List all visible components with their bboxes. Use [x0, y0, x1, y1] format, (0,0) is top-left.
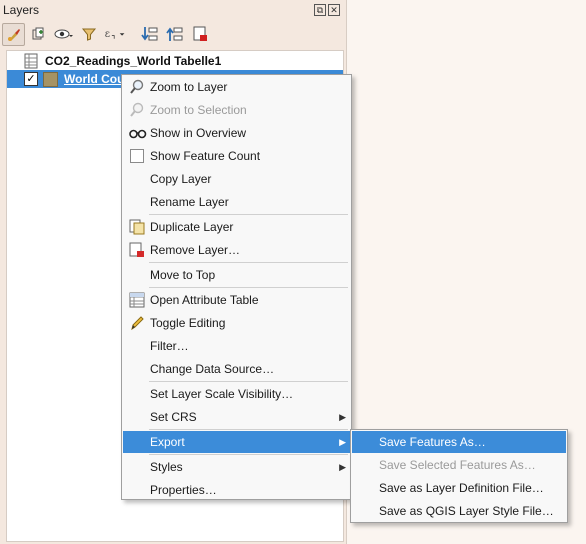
svg-text:ε: ε: [105, 29, 110, 40]
close-panel-button[interactable]: ✕: [328, 4, 340, 16]
menu-item-move-to-top[interactable]: Move to Top: [123, 264, 350, 286]
menu-item-set-crs[interactable]: Set CRS ▶: [123, 406, 350, 428]
style-brush-icon[interactable]: [2, 23, 25, 46]
menu-item-zoom-to-layer[interactable]: Zoom to Layer: [123, 76, 350, 98]
layer-row-table[interactable]: CO2_Readings_World Tabelle1: [7, 52, 341, 70]
menu-item-rename-layer[interactable]: Rename Layer: [123, 191, 350, 213]
menu-item-export[interactable]: Export ▶: [123, 431, 350, 453]
collapse-all-icon[interactable]: [164, 23, 186, 45]
remove-layer-icon[interactable]: [189, 23, 211, 45]
menu-item-remove-layer[interactable]: Remove Layer…: [123, 239, 350, 261]
menu-item-save-qgis-layer-style[interactable]: Save as QGIS Layer Style File…: [352, 500, 566, 522]
menu-item-save-features-as[interactable]: Save Features As…: [352, 431, 566, 453]
menu-separator: [149, 262, 348, 263]
menu-separator: [149, 454, 348, 455]
menu-item-set-layer-scale-visibility[interactable]: Set Layer Scale Visibility…: [123, 383, 350, 405]
filter-icon[interactable]: [78, 23, 100, 45]
pencil-icon: [129, 315, 145, 331]
submenu-arrow-icon: ▶: [339, 437, 346, 447]
menu-item-change-data-source[interactable]: Change Data Source…: [123, 358, 350, 380]
menu-item-show-feature-count[interactable]: Show Feature Count: [123, 145, 350, 167]
menu-separator: [149, 214, 348, 215]
zoom-icon: [129, 102, 145, 118]
panel-title: Layers: [3, 3, 40, 17]
add-group-icon[interactable]: [27, 23, 49, 45]
menu-item-duplicate-layer[interactable]: Duplicate Layer: [123, 216, 350, 238]
menu-item-properties[interactable]: Properties…: [123, 479, 350, 501]
expand-all-icon[interactable]: [139, 23, 161, 45]
menu-item-save-layer-definition[interactable]: Save as Layer Definition File…: [352, 477, 566, 499]
menu-item-styles[interactable]: Styles ▶: [123, 456, 350, 478]
duplicate-icon: [129, 219, 145, 235]
visibility-eye-icon[interactable]: [53, 23, 75, 45]
table-icon: [129, 292, 145, 308]
menu-item-save-selected-features-as[interactable]: Save Selected Features As…: [352, 454, 566, 476]
layer-symbol-swatch: [43, 72, 58, 87]
panel-title-bar: Layers ⧉ ✕: [0, 0, 346, 20]
menu-item-filter[interactable]: Filter…: [123, 335, 350, 357]
menu-separator: [149, 381, 348, 382]
menu-separator: [149, 287, 348, 288]
menu-item-toggle-editing[interactable]: Toggle Editing: [123, 312, 350, 334]
layers-toolbar: ε: [0, 22, 346, 48]
expression-filter-icon[interactable]: ε: [104, 23, 126, 45]
menu-separator: [149, 429, 348, 430]
remove-icon: [129, 242, 145, 258]
menu-item-zoom-to-selection[interactable]: Zoom to Selection: [123, 99, 350, 121]
menu-item-open-attribute-table[interactable]: Open Attribute Table: [123, 289, 350, 311]
layer-visibility-checkbox[interactable]: ✓: [24, 72, 38, 86]
export-submenu: Save Features As… Save Selected Features…: [350, 429, 568, 523]
glasses-icon: [129, 125, 147, 141]
menu-item-copy-layer[interactable]: Copy Layer: [123, 168, 350, 190]
layer-name: CO2_Readings_World Tabelle1: [45, 54, 222, 68]
submenu-arrow-icon: ▶: [339, 462, 346, 472]
float-panel-button[interactable]: ⧉: [314, 4, 326, 16]
layer-context-menu: Zoom to Layer Zoom to Selection Show in …: [121, 74, 352, 500]
submenu-arrow-icon: ▶: [339, 412, 346, 422]
layer-name: World Cou: [64, 72, 125, 86]
checkbox-icon[interactable]: [130, 149, 144, 163]
menu-item-show-in-overview[interactable]: Show in Overview: [123, 122, 350, 144]
zoom-icon: [129, 79, 145, 95]
